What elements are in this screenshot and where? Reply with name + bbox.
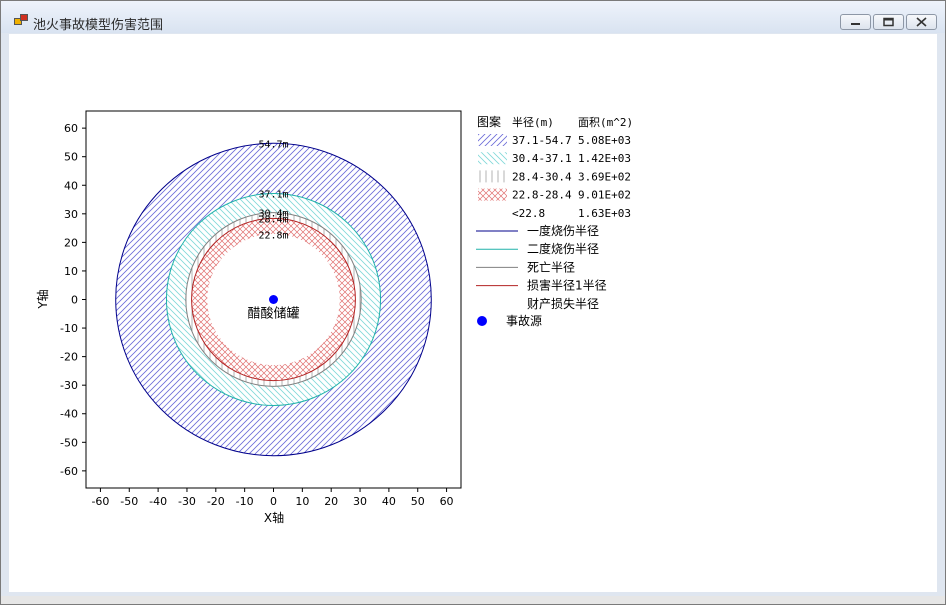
accident-source-marker	[269, 295, 278, 304]
legend-source-marker	[477, 316, 487, 326]
y-tick-label: -10	[60, 322, 78, 335]
x-tick-label: 40	[382, 495, 396, 508]
legend-line-label-1: 一度烧伤半径	[527, 223, 599, 238]
app-icon	[14, 14, 28, 26]
y-tick-label: -40	[60, 408, 78, 421]
y-tick-label: 20	[64, 236, 78, 249]
x-tick-label: 10	[295, 495, 309, 508]
legend-range-4: 22.8-28.4	[512, 189, 572, 202]
x-tick-label: 50	[411, 495, 425, 508]
y-tick-label: 10	[64, 265, 78, 278]
x-tick-label: 60	[440, 495, 454, 508]
legend-range-3: 28.4-30.4	[512, 170, 572, 183]
y-tick-label: -20	[60, 351, 78, 364]
x-tick-label: -10	[236, 495, 254, 508]
source-label: 醋酸储罐	[247, 306, 299, 322]
legend-swatch-4	[478, 188, 507, 201]
legend-area-4: 9.01E+02	[578, 189, 631, 202]
y-tick-label: 60	[64, 122, 78, 135]
legend-swatch-1	[478, 134, 507, 146]
title-bar[interactable]: 池火事故模型伤害范围	[1, 1, 945, 33]
ring-label-5: 22.8m	[258, 230, 288, 241]
y-tick-label: 30	[64, 208, 78, 221]
legend-range-1: 37.1-54.7	[512, 134, 572, 147]
ring-label-2: 37.1m	[258, 190, 288, 201]
restore-icon	[883, 17, 894, 27]
legend-line-label-2: 二度烧伤半径	[527, 241, 599, 256]
y-tick-label: 0	[71, 294, 78, 307]
y-axis-ticks: 60 50 40 30 20 10 0 -10 -20 -30 -40 -50 -60	[60, 122, 86, 478]
y-tick-label: 50	[64, 151, 78, 164]
y-tick-label: -30	[60, 379, 78, 392]
y-axis-label: Y轴	[35, 289, 50, 309]
legend-range-2: 30.4-37.1	[512, 152, 572, 165]
legend-source-label: 事故源	[506, 313, 542, 328]
legend: 图案 半径(m) 面积(m^2) 37.1-54.7 5.08E+03 30.4-3…	[476, 114, 633, 328]
chart-panel: 54.7m 37.1m 30.4m 28.4m 22.8m 醋酸储罐 -60 -50 -40…	[9, 34, 937, 592]
restore-button[interactable]	[873, 14, 904, 30]
status-strip	[1, 596, 945, 604]
app-window: 池火事故模型伤害范围 54.7m 37.1m 30.4m 28.4m 22.8m…	[0, 0, 946, 605]
window-title: 池火事故模型伤害范围	[33, 18, 164, 33]
x-axis-label: X轴	[264, 510, 284, 525]
ring-label-1: 54.7m	[258, 139, 288, 150]
close-button[interactable]	[906, 14, 937, 30]
minimize-button[interactable]	[840, 14, 871, 30]
legend-line-label-4: 损害半径1半径	[527, 278, 607, 293]
y-tick-label: -60	[60, 465, 78, 478]
ring-label-4: 28.4m	[258, 214, 288, 225]
x-tick-label: 20	[324, 495, 338, 508]
pool-fire-chart: 54.7m37.1m30.4m28.4m22.8m 醋酸储罐 -60 -50 -40…	[35, 110, 633, 525]
legend-area-3: 3.69E+02	[578, 170, 631, 183]
minimize-icon	[851, 23, 860, 25]
y-tick-label: -50	[60, 436, 78, 449]
x-tick-label: -50	[120, 495, 138, 508]
close-icon	[916, 17, 927, 27]
x-axis-ticks: -60 -50 -40 -30 -20 -10 0 10 20 30 40 50 60	[91, 488, 454, 508]
legend-header-radius: 半径(m)	[512, 115, 554, 129]
x-tick-label: -40	[149, 495, 167, 508]
x-tick-label: -30	[178, 495, 196, 508]
legend-swatch-3	[478, 170, 507, 183]
x-tick-label: -20	[207, 495, 225, 508]
legend-range-5: <22.8	[512, 207, 545, 220]
x-tick-label: -60	[91, 495, 109, 508]
y-tick-label: 40	[64, 179, 78, 192]
legend-area-5: 1.63E+03	[578, 207, 631, 220]
legend-area-2: 1.42E+03	[578, 152, 631, 165]
legend-area-1: 5.08E+03	[578, 134, 631, 147]
x-tick-label: 0	[270, 495, 277, 508]
x-tick-label: 30	[353, 495, 367, 508]
legend-line-label-3: 死亡半径	[527, 260, 575, 274]
legend-line-label-5: 财产损失半径	[527, 296, 599, 311]
legend-header-area: 面积(m^2)	[578, 116, 633, 129]
legend-header-pattern: 图案	[477, 114, 501, 129]
legend-swatch-2	[478, 152, 507, 165]
